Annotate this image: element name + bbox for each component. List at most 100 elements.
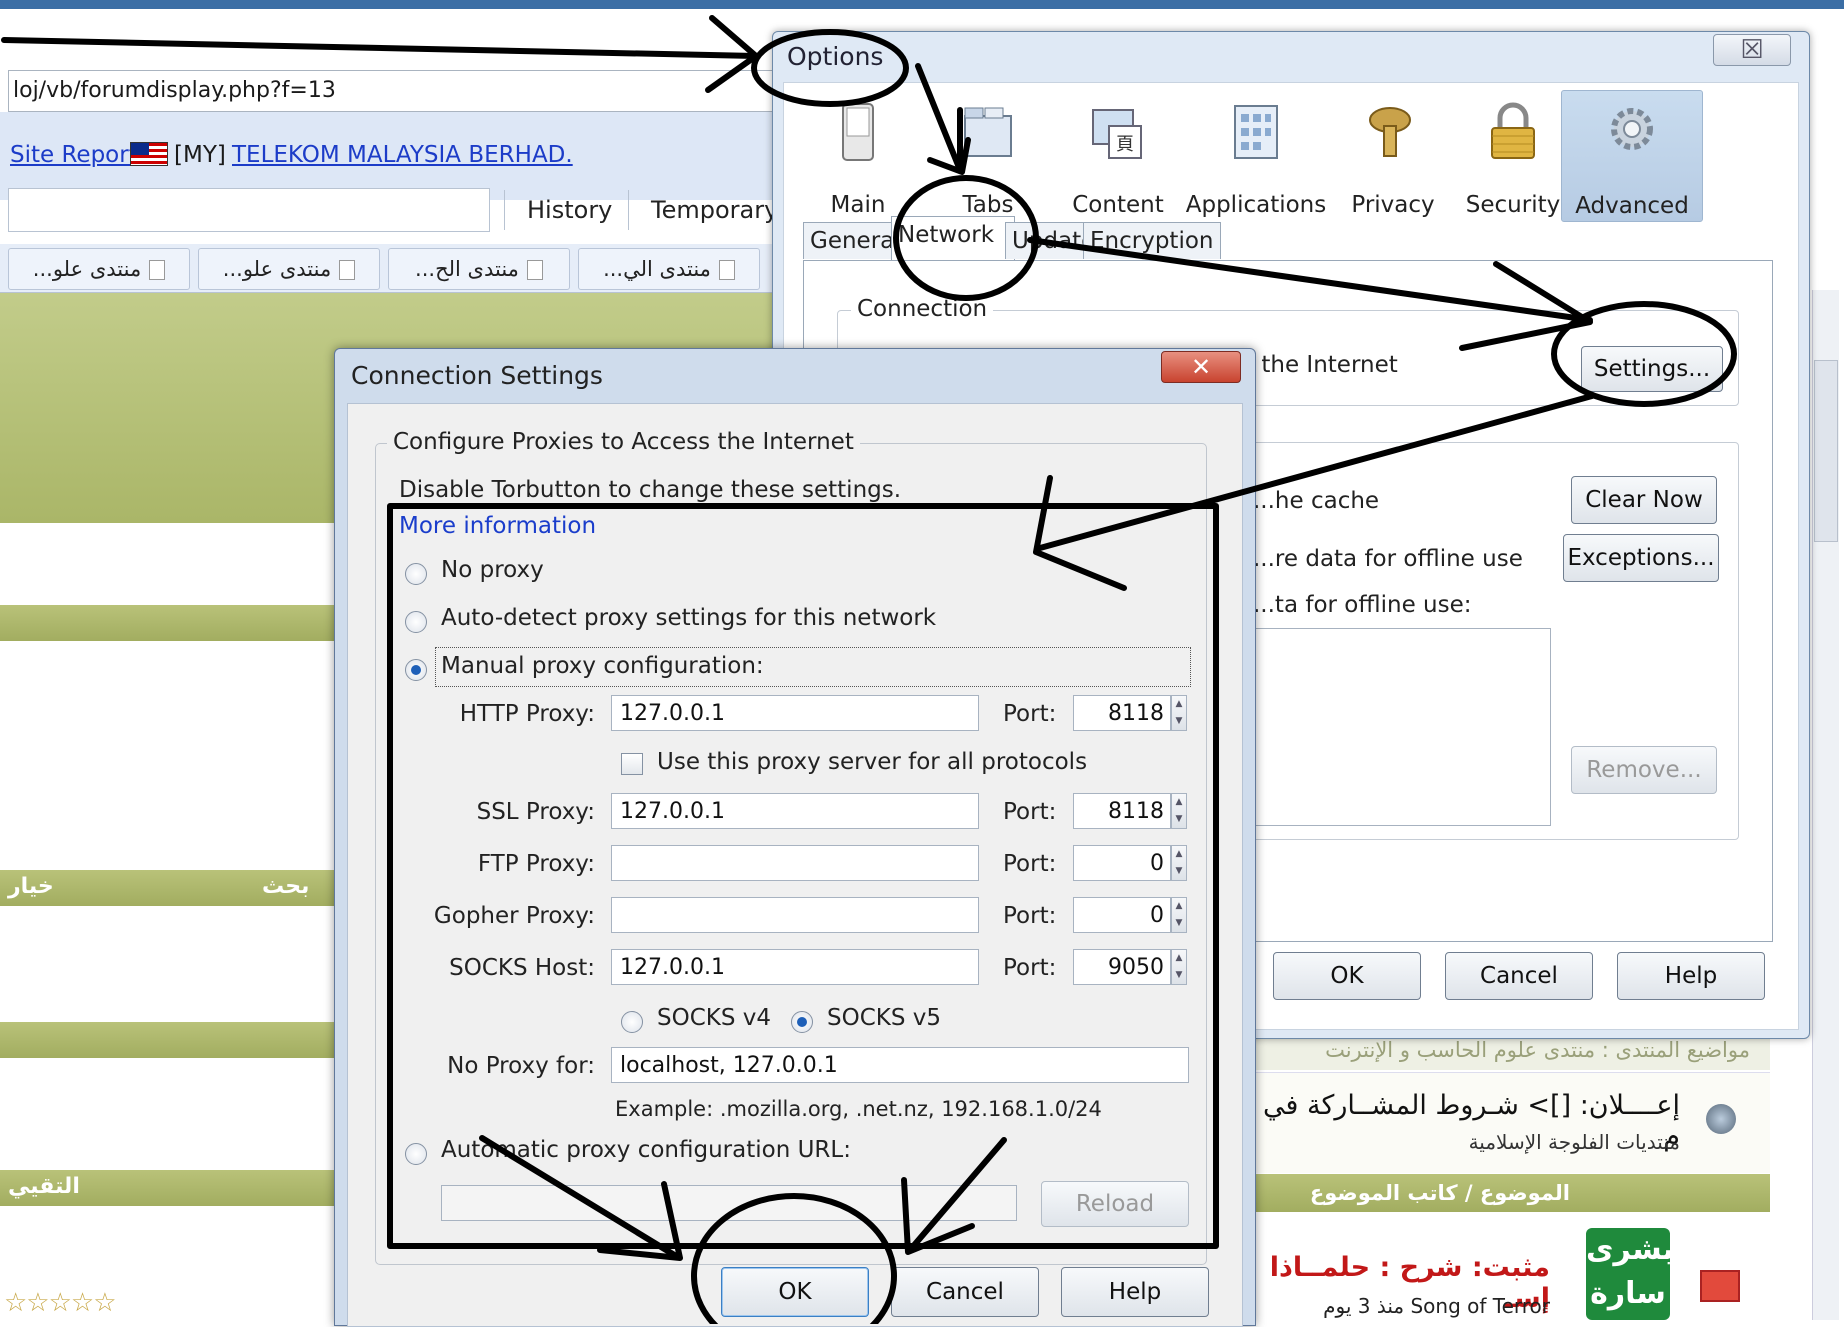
- http-port-input[interactable]: 8118: [1073, 695, 1171, 731]
- isp-link[interactable]: TELEKOM MALAYSIA BERHAD.: [232, 142, 573, 168]
- remove-button[interactable]: Remove...: [1571, 746, 1717, 794]
- pane-advanced[interactable]: Advanced: [1561, 90, 1703, 222]
- malaysia-flag-icon: [130, 142, 168, 166]
- padlock-icon: [1491, 102, 1535, 159]
- auto-config-radio[interactable]: [405, 1143, 427, 1165]
- browser-tab[interactable]: ...منتدى الي: [578, 248, 760, 290]
- port-label: Port:: [1003, 955, 1057, 981]
- close-button[interactable]: ✕: [1161, 351, 1241, 383]
- dialog-title: Connection Settings: [351, 361, 603, 390]
- pane-label: Main: [830, 192, 886, 218]
- pane-content[interactable]: 頁 Content: [1053, 94, 1183, 222]
- page-icon: [526, 260, 543, 280]
- announcement-icon: [1706, 1104, 1736, 1134]
- no-proxy-radio[interactable]: [405, 563, 427, 585]
- topic-author[interactable]: Song of Terror: [1410, 1294, 1550, 1318]
- browser-tab[interactable]: ...منتدى الح: [388, 248, 570, 290]
- options-cancel-button[interactable]: Cancel: [1445, 952, 1593, 1000]
- port-stepper[interactable]: ▲ ▼: [1171, 845, 1187, 881]
- port-stepper[interactable]: ▲ ▼: [1171, 897, 1187, 933]
- browser-tab[interactable]: ...منتدى علو: [198, 248, 380, 290]
- offline-apps-list[interactable]: [1253, 628, 1551, 826]
- pane-tabs[interactable]: Tabs: [923, 94, 1053, 222]
- no-proxy-label[interactable]: No proxy: [441, 557, 544, 583]
- search-label[interactable]: بحث: [262, 874, 309, 899]
- no-proxy-example: Example: .mozilla.org, .net.nz, 192.168.…: [615, 1097, 1102, 1121]
- auto-config-url-input[interactable]: [441, 1185, 1017, 1221]
- scrollbar-thumb[interactable]: [1814, 360, 1838, 542]
- socks-v4-radio[interactable]: [621, 1011, 643, 1033]
- tab-general[interactable]: General: [803, 222, 901, 259]
- ssl-port-input[interactable]: 8118: [1073, 793, 1171, 829]
- pane-privacy[interactable]: Privacy: [1333, 94, 1453, 222]
- connection-settings-dialog: Connection Settings ✕ Configure Proxies …: [334, 348, 1256, 1327]
- history-menu[interactable]: History: [504, 190, 612, 230]
- pane-label: Tabs: [962, 192, 1014, 218]
- pane-label: Advanced: [1575, 193, 1689, 219]
- socks-v4-label[interactable]: SOCKS v4: [657, 1005, 771, 1031]
- tab-encryption[interactable]: Encryption: [1083, 222, 1221, 259]
- options-ok-button[interactable]: OK: [1273, 952, 1421, 1000]
- connection-caption: Connection: [851, 296, 994, 322]
- gopher-port-input[interactable]: 0: [1073, 897, 1171, 933]
- ftp-port-input[interactable]: 0: [1073, 845, 1171, 881]
- announcement-forum: منتديات الفلوجة الإسلامية: [1468, 1130, 1680, 1154]
- pane-security[interactable]: Security: [1453, 94, 1573, 222]
- ssl-proxy-input[interactable]: 127.0.0.1: [611, 793, 979, 829]
- browser-tab[interactable]: ...منتدى علو: [8, 248, 190, 290]
- port-stepper[interactable]: ▲ ▼: [1171, 793, 1187, 829]
- offline-text: ...re data for offline use: [1253, 546, 1523, 572]
- search-input[interactable]: [8, 188, 490, 232]
- pane-label: Security: [1465, 192, 1561, 218]
- socks-v5-label[interactable]: SOCKS v5: [827, 1005, 941, 1031]
- pane-label: Content: [1072, 192, 1164, 218]
- privacy-mask-icon: [1369, 107, 1411, 157]
- port-label: Port:: [1003, 851, 1057, 877]
- tab-network[interactable]: Network: [891, 216, 1015, 261]
- pane-main[interactable]: Main: [793, 94, 923, 222]
- gopher-proxy-label: Gopher Proxy:: [433, 903, 595, 929]
- cancel-button[interactable]: Cancel: [891, 1267, 1039, 1317]
- socks-port-input[interactable]: 9050: [1073, 949, 1171, 985]
- page-icon: [339, 260, 356, 280]
- auto-detect-radio[interactable]: [405, 611, 427, 633]
- content-icon: 頁: [1092, 109, 1142, 159]
- address-bar[interactable]: loj/vb/forumdisplay.php?f=13: [8, 70, 794, 112]
- settings-button[interactable]: Settings...: [1581, 346, 1723, 392]
- exceptions-button[interactable]: Exceptions...: [1563, 534, 1719, 582]
- http-proxy-input[interactable]: 127.0.0.1: [611, 695, 979, 731]
- reload-button[interactable]: Reload: [1041, 1181, 1189, 1227]
- socks-v5-radio[interactable]: [791, 1011, 813, 1033]
- options-label[interactable]: خيار: [8, 874, 54, 899]
- gear-icon: [1611, 108, 1653, 150]
- more-information-link[interactable]: More information: [399, 513, 596, 539]
- ftp-proxy-input[interactable]: [611, 845, 979, 881]
- clear-now-button[interactable]: Clear Now: [1571, 476, 1717, 524]
- help-button[interactable]: Help: [1061, 1267, 1209, 1317]
- gopher-proxy-input[interactable]: [611, 897, 979, 933]
- use-same-proxy-label[interactable]: Use this proxy server for all protocols: [657, 749, 1087, 775]
- ok-button[interactable]: OK: [721, 1267, 869, 1317]
- manual-proxy-radio[interactable]: [405, 659, 427, 681]
- auto-detect-label[interactable]: Auto-detect proxy settings for this netw…: [441, 605, 936, 631]
- manual-proxy-label[interactable]: Manual proxy configuration:: [441, 653, 764, 679]
- close-button[interactable]: ☒: [1713, 34, 1791, 66]
- site-report-link[interactable]: Site Report: [10, 142, 138, 168]
- socks-host-label: SOCKS Host:: [449, 955, 595, 981]
- auto-config-label[interactable]: Automatic proxy configuration URL:: [441, 1137, 851, 1163]
- options-help-button[interactable]: Help: [1617, 952, 1765, 1000]
- socks-host-input[interactable]: 127.0.0.1: [611, 949, 979, 985]
- topic-column-header[interactable]: الموضوع / كاتب الموضوع: [1250, 1174, 1770, 1212]
- pane-applications[interactable]: Applications: [1181, 94, 1331, 222]
- use-same-proxy-checkbox[interactable]: [621, 753, 643, 775]
- proxy-group-caption: Configure Proxies to Access the Internet: [387, 429, 860, 455]
- applications-icon: [1234, 105, 1278, 159]
- port-label: Port:: [1003, 799, 1057, 825]
- port-stepper[interactable]: ▲ ▼: [1171, 949, 1187, 985]
- no-proxy-for-input[interactable]: localhost, 127.0.0.1: [611, 1047, 1189, 1083]
- tab-update[interactable]: Update: [1005, 222, 1093, 259]
- temporary-menu[interactable]: Temporary: [628, 190, 778, 230]
- port-label: Port:: [1003, 701, 1057, 727]
- port-stepper[interactable]: ▲ ▼: [1171, 695, 1187, 731]
- dialog-title: Options: [787, 42, 884, 71]
